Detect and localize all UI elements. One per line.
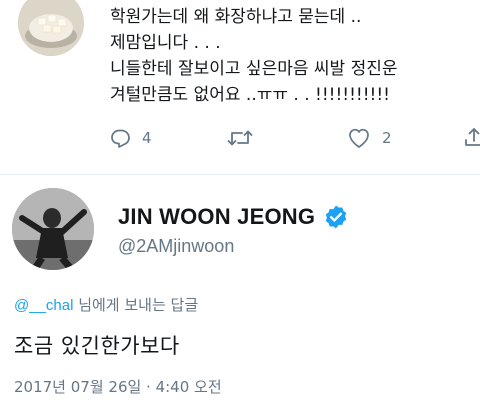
reply-tweet-text: 학원가는데 왜 화장하냐고 묻는데 .. 제맘입니다 . . . 니들한테 잘보…: [110, 4, 470, 108]
tweet-timestamp[interactable]: 2017년 07월 26일 · 4:40 오전: [14, 376, 222, 397]
tweet-action-bar: 4 2: [108, 124, 480, 152]
reply-mention-link[interactable]: @__chal: [14, 297, 73, 314]
author-display-name[interactable]: JIN WOON JEONG: [118, 204, 315, 230]
like-count: 2: [382, 129, 392, 147]
reply-tweet-line: 제맘입니다 . . .: [110, 33, 221, 53]
heart-icon: [349, 128, 369, 148]
main-tweet-author: JIN WOON JEONG @2AMjinwoon: [0, 176, 480, 276]
author-name-row[interactable]: JIN WOON JEONG: [118, 204, 349, 230]
reply-context: @__chal 님에게 보내는 답글: [14, 294, 198, 315]
main-tweet-text: 조금 있긴한가보다: [14, 334, 180, 358]
profile-photo-image: [12, 188, 94, 270]
share-icon: [465, 128, 480, 146]
reply-context-suffix: 님에게 보내는 답글: [73, 296, 199, 314]
reply-author-avatar[interactable]: [18, 0, 84, 56]
retweet-button[interactable]: [226, 124, 254, 152]
reply-icon: [111, 129, 130, 148]
tweet-divider: [0, 174, 480, 175]
reply-tweet-line: 니들한테 잘보이고 싶은마음 씨발 정진운: [110, 59, 398, 79]
reply-count: 4: [142, 129, 152, 147]
reply-tweet-line: 겨털만큼도 없어요 ..ㅠㅠ . . !!!!!!!!!!!: [110, 85, 390, 105]
retweet-icon: [227, 130, 253, 146]
dessert-bowl-avatar-image: [18, 0, 84, 56]
verified-badge-icon: [325, 205, 347, 229]
main-author-avatar[interactable]: [12, 188, 94, 270]
share-button[interactable]: [462, 124, 480, 152]
author-handle[interactable]: @2AMjinwoon: [118, 236, 234, 257]
reply-tweet[interactable]: 학원가는데 왜 화장하냐고 묻는데 .. 제맘입니다 . . . 니들한테 잘보…: [0, 0, 480, 176]
reply-button[interactable]: 4: [108, 124, 152, 152]
like-button[interactable]: 2: [346, 124, 392, 152]
reply-tweet-line: 학원가는데 왜 화장하냐고 묻는데 ..: [110, 7, 362, 27]
